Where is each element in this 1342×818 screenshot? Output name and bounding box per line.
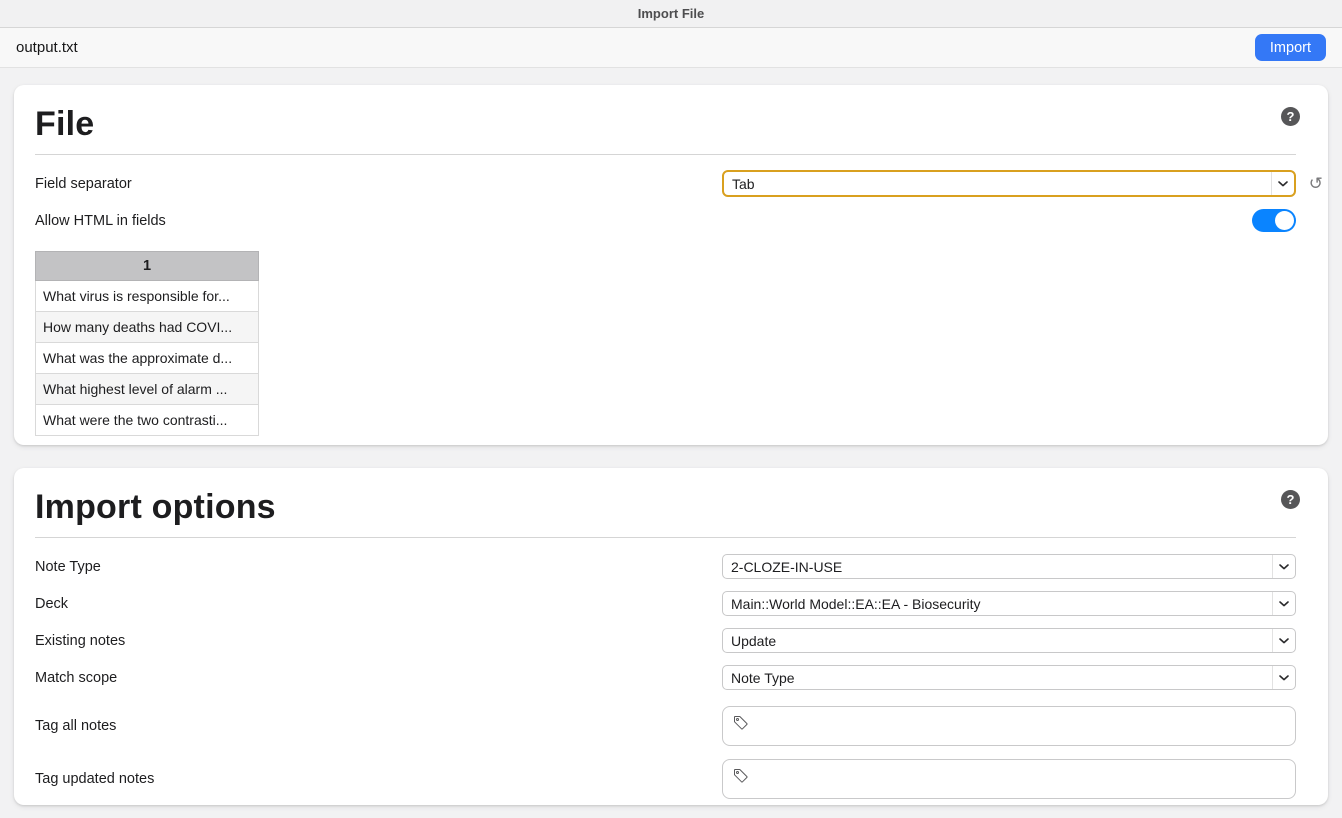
tag-all-notes-input[interactable] [722, 706, 1296, 746]
divider [35, 537, 1296, 538]
match-scope-select[interactable]: Note Type [722, 665, 1296, 690]
preview-table: 1 What virus is responsible for... How m… [35, 251, 259, 436]
preview-cell: What was the approximate d... [36, 343, 259, 374]
chevron-down-icon [1272, 666, 1295, 689]
note-type-row: Note Type 2-CLOZE-IN-USE [35, 548, 1296, 585]
preview-column-header: 1 [36, 252, 259, 281]
table-row: What were the two contrasti... [36, 405, 259, 436]
toolbar: output.txt Import [0, 28, 1342, 68]
existing-notes-row: Existing notes Update [35, 622, 1296, 659]
note-type-label: Note Type [35, 559, 722, 575]
field-separator-label: Field separator [35, 176, 722, 192]
revert-icon[interactable]: ↺ [1309, 175, 1323, 192]
import-options-title: Import options [35, 482, 1296, 537]
deck-value: Main::World Model::EA::EA - Biosecurity [723, 596, 1272, 612]
allow-html-row: Allow HTML in fields [35, 202, 1296, 239]
divider [35, 154, 1296, 155]
existing-notes-select[interactable]: Update [722, 628, 1296, 653]
chevron-down-icon [1272, 555, 1295, 578]
import-button[interactable]: Import [1255, 34, 1326, 61]
deck-row: Deck Main::World Model::EA::EA - Biosecu… [35, 585, 1296, 622]
window-title: Import File [638, 6, 704, 21]
table-row: How many deaths had COVI... [36, 312, 259, 343]
tag-updated-notes-input[interactable] [722, 759, 1296, 799]
match-scope-value: Note Type [723, 670, 1272, 686]
existing-notes-value: Update [723, 633, 1272, 649]
field-separator-select[interactable]: Tab [722, 170, 1296, 197]
tag-all-notes-label: Tag all notes [35, 718, 722, 734]
table-row: What was the approximate d... [36, 343, 259, 374]
preview-cell: How many deaths had COVI... [36, 312, 259, 343]
help-icon[interactable]: ? [1281, 490, 1300, 509]
table-row: What highest level of alarm ... [36, 374, 259, 405]
file-name: output.txt [16, 39, 78, 56]
help-icon[interactable]: ? [1281, 107, 1300, 126]
match-scope-row: Match scope Note Type [35, 659, 1296, 696]
chevron-down-icon [1272, 592, 1295, 615]
deck-label: Deck [35, 596, 722, 612]
deck-select[interactable]: Main::World Model::EA::EA - Biosecurity [722, 591, 1296, 616]
file-section: ? File Field separator Tab ↺ Allow HTML … [14, 85, 1328, 445]
tag-icon [733, 715, 749, 736]
toggle-knob [1275, 211, 1294, 230]
match-scope-label: Match scope [35, 670, 722, 686]
existing-notes-label: Existing notes [35, 633, 722, 649]
file-section-title: File [35, 99, 1296, 154]
tag-icon [733, 768, 749, 789]
table-row: What virus is responsible for... [36, 281, 259, 312]
field-separator-value: Tab [724, 176, 1271, 192]
preview-cell: What were the two contrasti... [36, 405, 259, 436]
note-type-value: 2-CLOZE-IN-USE [723, 559, 1272, 575]
tag-updated-notes-row: Tag updated notes [35, 752, 1296, 805]
chevron-down-icon [1272, 629, 1295, 652]
tag-all-notes-row: Tag all notes [35, 699, 1296, 752]
allow-html-label: Allow HTML in fields [35, 213, 722, 229]
window-titlebar: Import File [0, 0, 1342, 28]
import-options-section: ? Import options Note Type 2-CLOZE-IN-US… [14, 468, 1328, 805]
field-separator-row: Field separator Tab ↺ [35, 165, 1296, 202]
allow-html-toggle[interactable] [1252, 209, 1296, 232]
preview-cell: What highest level of alarm ... [36, 374, 259, 405]
note-type-select[interactable]: 2-CLOZE-IN-USE [722, 554, 1296, 579]
tag-updated-notes-label: Tag updated notes [35, 771, 722, 787]
chevron-down-icon [1271, 172, 1294, 195]
preview-cell: What virus is responsible for... [36, 281, 259, 312]
